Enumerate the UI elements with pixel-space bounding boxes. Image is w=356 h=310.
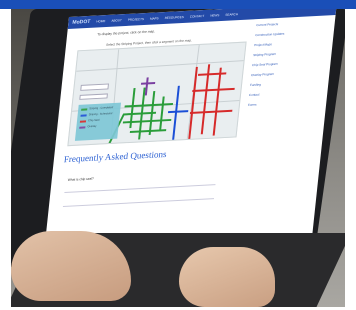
sidebar-link[interactable]: Construction Updates (253, 30, 324, 38)
legend-label: Chip Seal (87, 118, 100, 123)
instruction-text: To display the project, click on the map… (96, 29, 156, 37)
sidebar-link[interactable]: Striping Program (251, 50, 322, 58)
legend-item: Overlay (79, 124, 116, 129)
nav-item-5[interactable]: RESOURCES (164, 15, 184, 20)
nav-item-8[interactable]: SEARCH (225, 12, 238, 17)
legend-item: Chip Seal (79, 118, 117, 123)
legend-item: Striping - Completed (81, 106, 118, 111)
nav-item-3[interactable]: PROJECTS (128, 17, 145, 22)
image-frame: MoDOT HOME ABOUT PROJECTS MAPS RESOURCES… (0, 0, 356, 310)
nav-item-2[interactable]: ABOUT (111, 18, 122, 23)
sidebar-link[interactable]: Project Maps (252, 40, 323, 48)
nav-item-7[interactable]: NEWS (210, 13, 219, 17)
right-hand (179, 247, 275, 307)
sidebar-link[interactable]: Funding (248, 79, 319, 87)
sidebar-link[interactable]: Overlay Program (249, 70, 320, 78)
sidebar-link[interactable]: Forms (246, 99, 317, 107)
legend-label: Overlay (87, 124, 97, 129)
map-legend: Striping - Completed Striping - Schedule… (74, 102, 122, 141)
nav-item-6[interactable]: CONTACT (190, 14, 205, 19)
legend-swatch (79, 125, 86, 129)
legend-label: Striping - Scheduled (88, 112, 113, 117)
legend-label: Striping - Completed (89, 106, 114, 111)
legend-swatch (81, 107, 88, 111)
photo: MoDOT HOME ABOUT PROJECTS MAPS RESOURCES… (11, 9, 345, 307)
site-logo[interactable]: MoDOT (72, 19, 91, 26)
project-map[interactable]: Striping - Completed Striping - Schedule… (67, 41, 247, 147)
faq-question[interactable]: What is chip seal? (68, 177, 94, 182)
laptop-screen: MoDOT HOME ABOUT PROJECTS MAPS RESOURCES… (44, 9, 337, 249)
nav-item-1[interactable]: HOME (96, 19, 105, 23)
faq-heading: Frequently Asked Questions (63, 148, 168, 165)
legend-item: Striping - Scheduled (80, 112, 117, 117)
legend-swatch (80, 113, 87, 117)
divider (62, 198, 215, 208)
sidebar-link[interactable]: Chip Seal Program (250, 60, 321, 68)
sidebar-nav: Current Projects Construction Updates Pr… (245, 20, 325, 114)
divider (64, 184, 216, 194)
nav-item-4[interactable]: MAPS (150, 16, 159, 20)
legend-swatch (79, 119, 87, 123)
top-accent-bar (0, 0, 356, 9)
sidebar-link[interactable]: Current Projects (254, 20, 325, 28)
sidebar-link[interactable]: Contact (247, 89, 318, 98)
